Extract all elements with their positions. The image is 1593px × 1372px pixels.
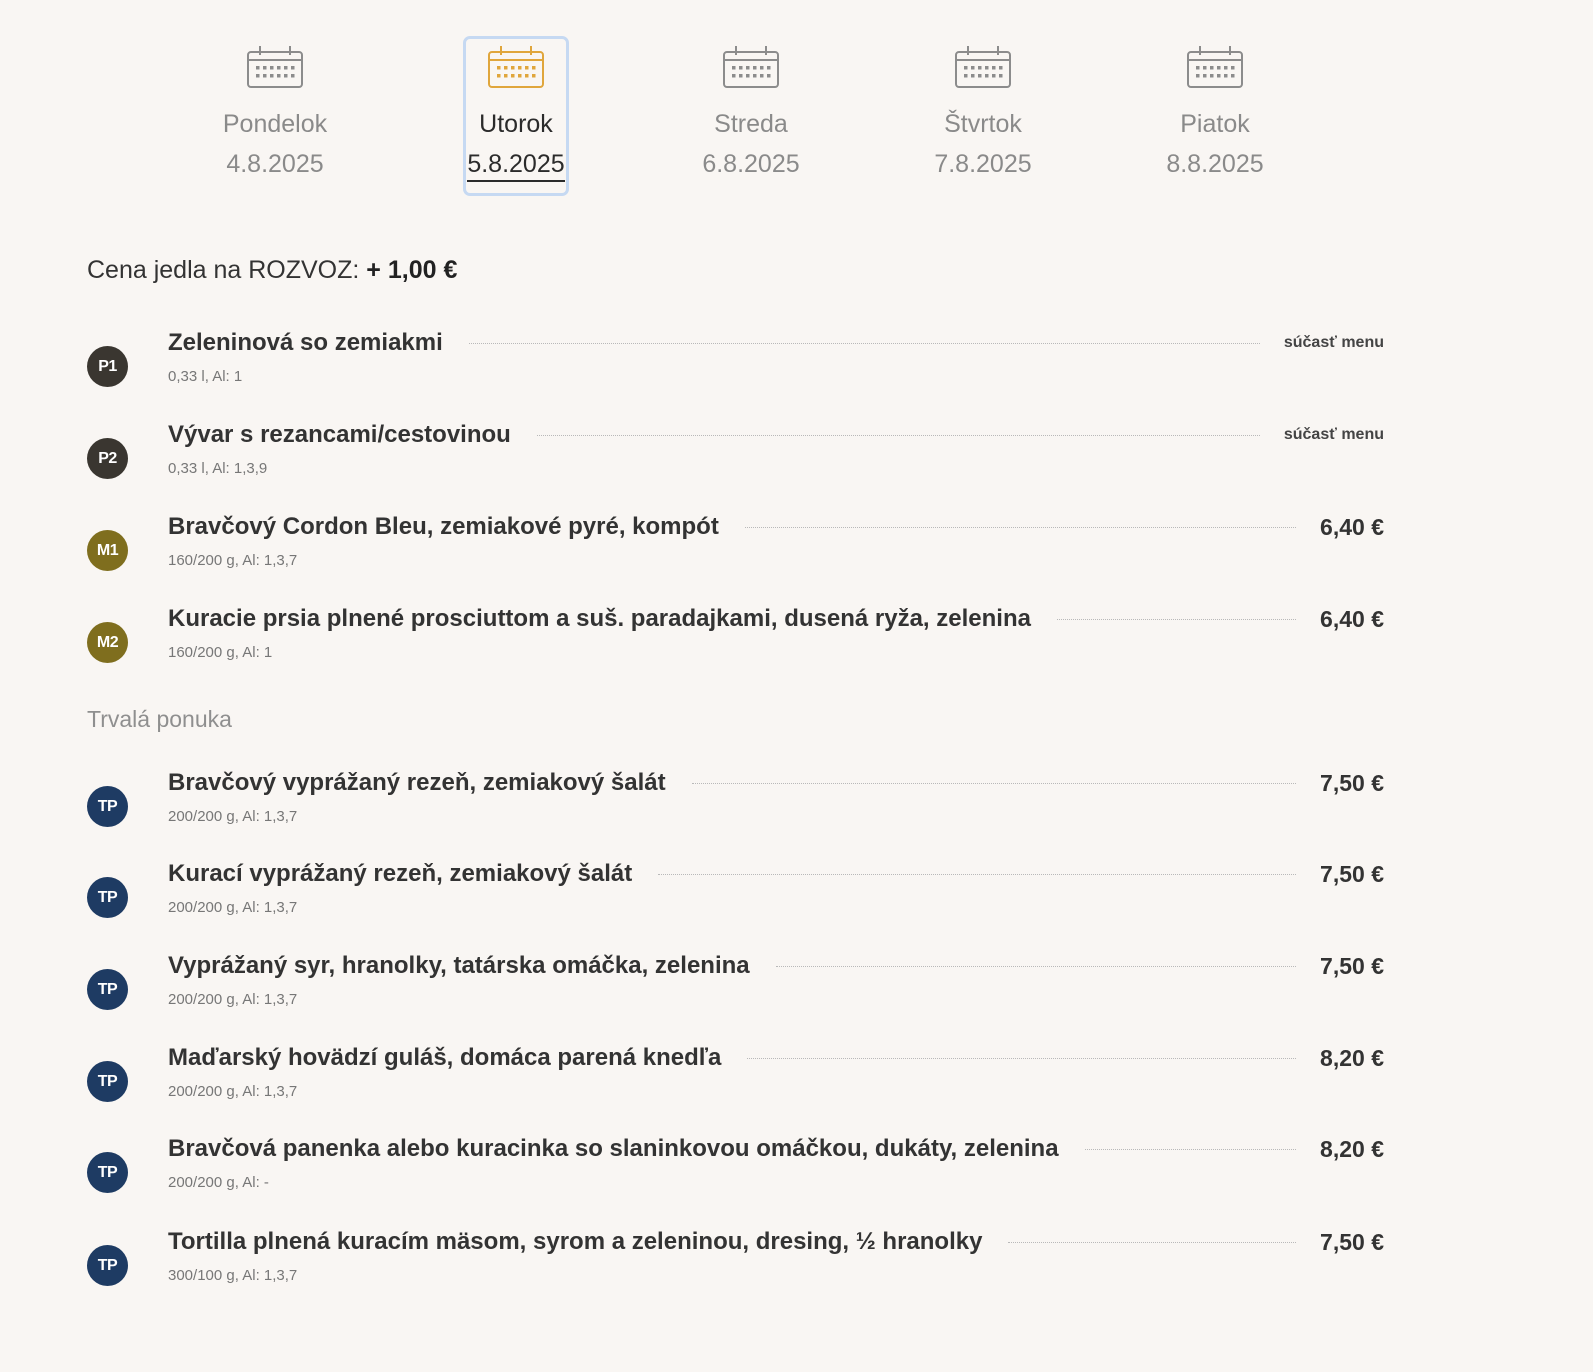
- menu-item: TP Kurací vyprážaný rezeň, zemiakový šal…: [87, 857, 1384, 947]
- item-name: Tortilla plnená kuracím mäsom, syrom a z…: [168, 1228, 983, 1255]
- menu-item: M1 Bravčový Cordon Bleu, zemiakové pyré,…: [87, 510, 1384, 600]
- dotted-leader: [1056, 618, 1297, 620]
- day-name: Pondelok: [222, 110, 328, 138]
- item-price: 8,20 €: [1320, 1044, 1384, 1071]
- item-code-badge: TP: [87, 1061, 128, 1102]
- item-meta: 0,33 l, Al: 1,3,9: [168, 460, 268, 477]
- calendar-icon: [1187, 46, 1243, 88]
- item-code-badge: TP: [87, 877, 128, 918]
- dotted-leader: [744, 526, 1297, 528]
- menu-item: TP Vyprážaný syr, hranolky, tatárska omá…: [87, 949, 1384, 1039]
- day-tab-streda[interactable]: Streda 6.8.2025: [681, 36, 821, 196]
- item-name: Bravčový Cordon Bleu, zemiakové pyré, ko…: [168, 513, 719, 540]
- day-name: Piatok: [1180, 110, 1250, 138]
- day-date: 7.8.2025: [934, 150, 1032, 178]
- item-price: 7,50 €: [1320, 769, 1384, 796]
- menu-item: P1 Zeleninová so zemiakmi súčasť menu 0,…: [87, 326, 1384, 416]
- item-name: Kurací vyprážaný rezeň, zemiakový šalát: [168, 860, 633, 887]
- delivery-label: Cena jedla na ROZVOZ:: [87, 256, 360, 284]
- calendar-icon: [247, 46, 303, 88]
- menu-item: P2 Vývar s rezancami/cestovinou súčasť m…: [87, 418, 1384, 508]
- calendar-icon: [955, 46, 1011, 88]
- day-tab-utorok[interactable]: Utorok 5.8.2025: [446, 36, 586, 196]
- item-code-badge: TP: [87, 786, 128, 827]
- item-code-badge: TP: [87, 1245, 128, 1286]
- dotted-leader: [468, 342, 1260, 344]
- menu-item: M2 Kuracie prsia plnené prosciuttom a su…: [87, 602, 1384, 692]
- item-code-badge: P1: [87, 346, 128, 387]
- menu-item: TP Bravčová panenka alebo kuracinka so s…: [87, 1132, 1384, 1222]
- day-date: 4.8.2025: [226, 150, 324, 178]
- item-meta: 200/200 g, Al: -: [168, 1174, 269, 1191]
- day-tab-piatok[interactable]: Piatok 8.8.2025: [1145, 36, 1285, 196]
- dotted-leader: [1008, 1241, 1297, 1243]
- calendar-icon: [488, 46, 544, 88]
- item-name: Kuracie prsia plnené prosciuttom a suš. …: [168, 605, 1031, 632]
- item-price: 8,20 €: [1320, 1135, 1384, 1162]
- calendar-icon: [723, 46, 779, 88]
- dotted-leader: [775, 965, 1297, 967]
- item-meta: 160/200 g, Al: 1,3,7: [168, 552, 298, 569]
- item-name: Bravčová panenka alebo kuracinka so slan…: [168, 1135, 1059, 1162]
- item-meta: 0,33 l, Al: 1: [168, 368, 243, 385]
- item-price: súčasť menu: [1283, 426, 1384, 443]
- item-meta: 200/200 g, Al: 1,3,7: [168, 1083, 298, 1100]
- dotted-leader: [691, 782, 1297, 784]
- day-date: 8.8.2025: [1166, 150, 1264, 178]
- menu-item: TP Maďarský hovädzí guláš, domáca parená…: [87, 1041, 1384, 1131]
- dotted-leader: [658, 873, 1297, 875]
- item-meta: 200/200 g, Al: 1,3,7: [168, 808, 298, 825]
- item-code-badge: P2: [87, 438, 128, 479]
- item-code-badge: M2: [87, 622, 128, 663]
- item-meta: 160/200 g, Al: 1: [168, 644, 273, 661]
- item-price: 7,50 €: [1320, 1228, 1384, 1255]
- item-price: 6,40 €: [1320, 605, 1384, 632]
- day-name: Štvrtok: [944, 110, 1022, 138]
- item-price: súčasť menu: [1283, 334, 1384, 351]
- day-name: Streda: [714, 110, 788, 138]
- item-meta: 300/100 g, Al: 1,3,7: [168, 1267, 298, 1284]
- delivery-value: + 1,00 €: [366, 256, 458, 284]
- item-code-badge: TP: [87, 969, 128, 1010]
- item-code-badge: TP: [87, 1152, 128, 1193]
- item-name: Vývar s rezancami/cestovinou: [168, 421, 511, 448]
- item-name: Bravčový vyprážaný rezeň, zemiakový šalá…: [168, 769, 666, 796]
- section-title-permanent: Trvalá ponuka: [87, 706, 232, 732]
- item-price: 6,40 €: [1320, 513, 1384, 540]
- item-name: Maďarský hovädzí guláš, domáca parená kn…: [168, 1044, 722, 1071]
- item-meta: 200/200 g, Al: 1,3,7: [168, 991, 298, 1008]
- item-name: Vyprážaný syr, hranolky, tatárska omáčka…: [168, 952, 750, 979]
- menu-item: TP Tortilla plnená kuracím mäsom, syrom …: [87, 1225, 1384, 1315]
- menu-item: TP Bravčový vyprážaný rezeň, zemiakový š…: [87, 766, 1384, 856]
- item-code-badge: M1: [87, 530, 128, 571]
- item-name: Zeleninová so zemiakmi: [168, 329, 443, 356]
- dotted-leader: [536, 434, 1260, 436]
- day-tab-pondelok[interactable]: Pondelok 4.8.2025: [205, 36, 345, 196]
- item-price: 7,50 €: [1320, 860, 1384, 887]
- day-tab-stvrtok[interactable]: Štvrtok 7.8.2025: [913, 36, 1053, 196]
- day-date: 6.8.2025: [702, 150, 800, 178]
- day-name: Utorok: [479, 110, 553, 138]
- item-meta: 200/200 g, Al: 1,3,7: [168, 899, 298, 916]
- item-price: 7,50 €: [1320, 952, 1384, 979]
- dotted-leader: [747, 1057, 1297, 1059]
- dotted-leader: [1084, 1148, 1297, 1150]
- delivery-price-note: Cena jedla na ROZVOZ: + 1,00 €: [87, 256, 457, 285]
- day-tabs: Pondelok 4.8.2025 Utorok 5.8.2025 Streda…: [0, 36, 1593, 196]
- day-date: 5.8.2025: [446, 149, 586, 182]
